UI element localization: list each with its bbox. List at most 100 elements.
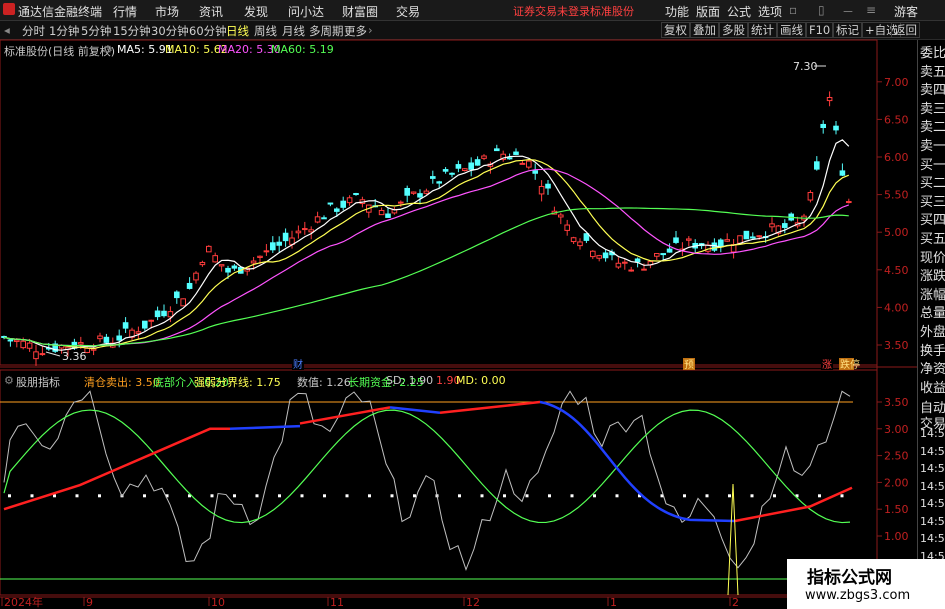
quote-panel-item[interactable]: 现价: [920, 251, 945, 267]
divider-dot: [278, 494, 281, 498]
candle-body: [718, 239, 724, 248]
quote-panel-item[interactable]: 卖四: [920, 83, 945, 99]
quote-panel-item[interactable]: 卖二: [920, 120, 945, 136]
event-marker-label: 财: [293, 358, 303, 371]
trade-time: 14:56: [920, 462, 945, 475]
divider-dot: [143, 494, 146, 498]
event-marker-label: 涨: [822, 359, 832, 371]
divider-dot: [210, 494, 214, 498]
md-spike: [727, 483, 739, 596]
candle-body: [193, 272, 199, 281]
quote-panel-item[interactable]: 委比: [920, 46, 945, 62]
candle-body: [615, 262, 622, 268]
trade-time: 14:56: [920, 479, 945, 493]
quote-panel-item[interactable]: 总量: [920, 306, 945, 322]
candle-body: [135, 331, 142, 334]
candle-body: [686, 238, 692, 241]
candle-body: [378, 209, 385, 216]
candle-body: [321, 217, 327, 220]
candle-body: [782, 223, 788, 228]
divider-dot: [750, 494, 754, 498]
quote-panel-item[interactable]: 净资: [920, 362, 945, 378]
candle-body: [199, 261, 206, 266]
long-fund-line: [3, 409, 851, 524]
quote-panel-item[interactable]: 买二: [920, 176, 945, 192]
candle-body: [622, 261, 628, 264]
candle-body: [519, 162, 526, 165]
quote-panel-item[interactable]: 换手: [920, 344, 945, 360]
candle-body: [743, 230, 750, 240]
divider-dot: [368, 494, 371, 498]
candle-body: [398, 201, 404, 204]
sd-line-dip: [389, 406, 441, 414]
low-price-label: 3.36: [62, 350, 87, 363]
price-axis-label: 5.00: [884, 226, 909, 239]
candle-body: [455, 164, 462, 169]
candle-body: [212, 255, 218, 263]
candle-body: [282, 232, 289, 242]
quote-panel-item[interactable]: 卖三: [920, 102, 945, 118]
divider-dot: [773, 494, 776, 498]
watermark-title: 指标公式网: [807, 568, 892, 588]
candle-body: [154, 310, 161, 318]
sd-line-up4: [734, 486, 853, 523]
quote-panel-item[interactable]: 涨幅: [920, 288, 945, 304]
trade-time: 14:56: [920, 497, 945, 510]
divider-dot: [615, 494, 619, 498]
indicator-axis-label: 2.00: [884, 476, 909, 489]
indicator-axis-label: 1.50: [884, 503, 909, 516]
price-axis-label: 7.00: [884, 76, 909, 89]
candle-body: [334, 208, 340, 212]
divider-dot: [728, 494, 731, 498]
price-axis-label: 6.00: [884, 151, 909, 164]
date-axis-label: 1: [610, 596, 617, 609]
indicator-axis-label: 3.00: [884, 423, 909, 436]
candle-body: [33, 351, 39, 360]
candle-body: [846, 201, 852, 204]
quote-panel-item[interactable]: 买五: [920, 232, 945, 248]
candle-body: [711, 242, 718, 251]
quote-panel-item[interactable]: 买四: [920, 213, 945, 229]
quote-panel-item[interactable]: 外盘: [920, 325, 945, 341]
candle-body: [666, 248, 673, 253]
quote-panel-item[interactable]: 卖五: [920, 65, 945, 81]
quote-panel-item[interactable]: 买一: [920, 158, 945, 174]
candle-body: [97, 335, 103, 340]
candle-body: [654, 253, 660, 257]
watermark: 指标公式网 www.zbgs3.com: [787, 559, 945, 609]
quote-panel-item[interactable]: 买三: [920, 195, 945, 211]
quote-panel-item[interactable]: 涨跌: [920, 269, 945, 285]
price-axis-label: 4.00: [884, 301, 909, 314]
candle-body: [206, 245, 212, 253]
candle-body: [442, 169, 449, 172]
candle-body: [385, 213, 391, 218]
price-axis-label: 6.50: [884, 113, 909, 126]
price-axis-label: 5.50: [884, 189, 909, 202]
divider-dot: [503, 494, 506, 498]
candle-body: [737, 235, 743, 244]
candle-body: [314, 216, 321, 223]
candle-body: [353, 192, 359, 196]
candle-body: [526, 160, 532, 168]
candle-body: [602, 252, 609, 259]
candle-body: [231, 265, 238, 269]
candle-body: [270, 242, 276, 251]
candle-body: [7, 339, 14, 342]
candle-body: [142, 320, 148, 329]
indicator-pane-frame: [0, 369, 878, 596]
candle-body: [532, 170, 539, 174]
candle-body: [404, 187, 410, 196]
kline-chart[interactable]: 7.00 6.50 6.00 5.50 5.00 4.50 4.00 3.50 3.50 3.00…: [0, 0, 945, 609]
candle-body: [820, 123, 827, 129]
quote-panel-item[interactable]: 自动: [920, 401, 945, 417]
candle-body: [186, 282, 193, 289]
quote-panel-item[interactable]: 收益: [920, 381, 945, 397]
candle-body: [833, 125, 839, 131]
trade-time: 14:56: [920, 514, 945, 528]
price-axis-label: 3.50: [884, 339, 909, 352]
candle-body: [295, 230, 302, 234]
high-price-label: 7.30: [793, 60, 818, 73]
event-marker-label: 预: [684, 359, 694, 371]
candle-body: [564, 224, 571, 231]
quote-panel-item[interactable]: 卖一: [920, 139, 945, 155]
